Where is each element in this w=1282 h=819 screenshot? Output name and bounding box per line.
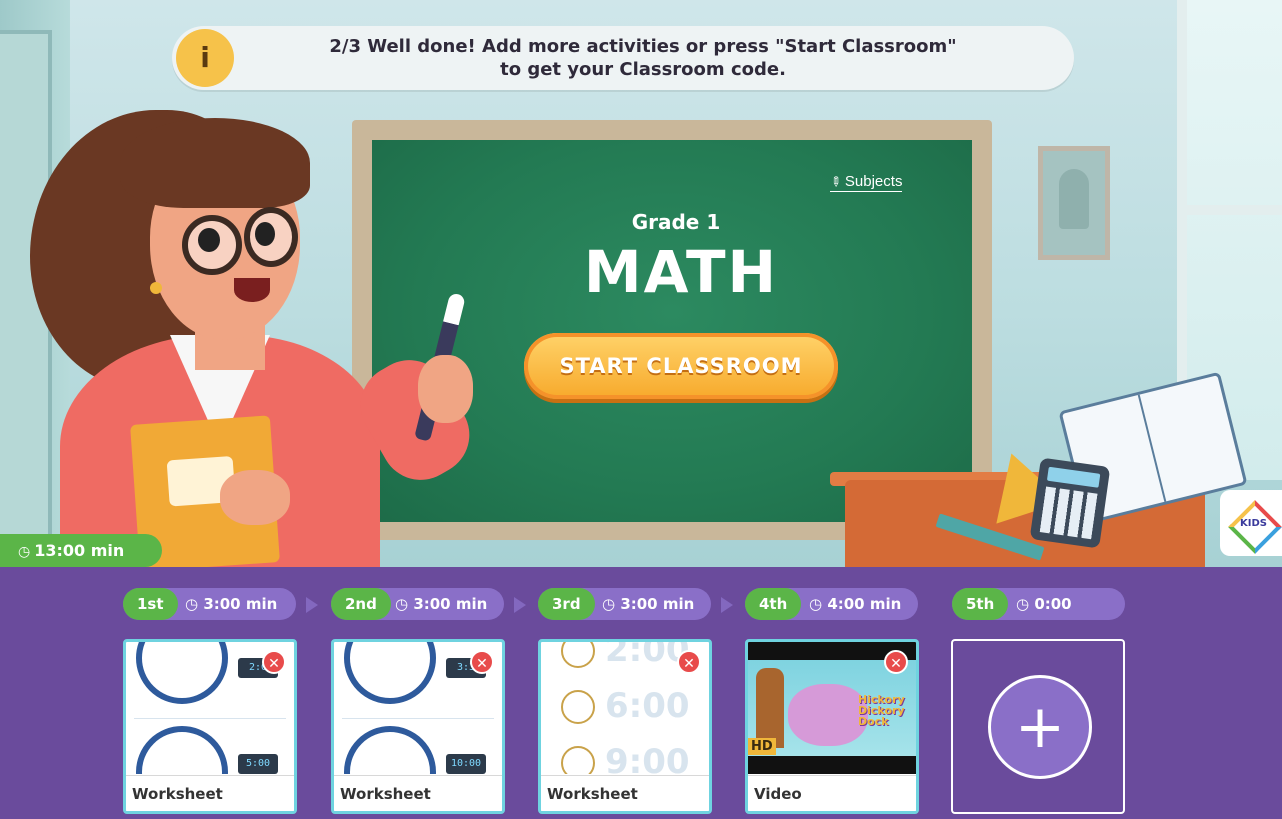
clock-face — [344, 726, 436, 774]
subject-title: MATH — [583, 238, 779, 306]
total-timer: ◷ 13:00 min — [0, 534, 162, 567]
chevron-right-icon — [514, 597, 526, 613]
slot-duration-value: 3:00 min — [203, 595, 278, 613]
slot-duration-value: 4:00 min — [827, 595, 902, 613]
activity-type-label: Worksheet — [126, 775, 294, 811]
trace-time: 6:00 — [605, 686, 690, 726]
slot-duration: ◷ 3:00 min — [602, 588, 694, 620]
slot-duration: ◷ 3:00 min — [395, 588, 487, 620]
slot-order: 5th — [952, 588, 1009, 620]
teacher-hand — [418, 355, 473, 423]
slot-duration-value: 3:00 min — [620, 595, 695, 613]
slot-duration: ◷ 4:00 min — [809, 588, 901, 620]
add-activity-slot[interactable]: + — [951, 639, 1125, 814]
clock-icon: ◷ — [809, 595, 828, 613]
remove-activity-button[interactable]: ✕ — [470, 650, 494, 674]
clock-icon: ◷ — [185, 595, 204, 613]
kids-logo[interactable]: KIDS — [1220, 490, 1282, 556]
clock-face — [136, 642, 228, 704]
trace-time: 9:00 — [605, 742, 690, 774]
chevron-right-icon — [306, 597, 318, 613]
activity-type-label: Worksheet — [541, 775, 709, 811]
clock-face — [136, 726, 228, 774]
calculator-icon — [1029, 457, 1111, 549]
slot-duration: ◷ 3:00 min — [185, 588, 277, 620]
activity-card-4[interactable]: Hickory Dickory Dock HD ✕ Video — [745, 639, 919, 814]
slot-pill: 5th ◷ 0:00 — [952, 588, 1125, 620]
total-timer-value: 13:00 min — [34, 541, 125, 560]
digital-clock: 10:00 — [446, 754, 486, 774]
activity-type-label: Video — [748, 775, 916, 811]
slot-order: 4th — [745, 588, 802, 620]
clock-icon: ◷ — [602, 595, 621, 613]
logo-text: KIDS — [1240, 518, 1267, 529]
hd-badge: HD — [748, 738, 776, 755]
clock-icon: ◷ — [1016, 595, 1035, 613]
subjects-link[interactable]: ✎Subjects — [827, 172, 903, 192]
activity-type-label: Worksheet — [334, 775, 502, 811]
grandfather-clock-icon — [756, 668, 784, 748]
banner-line-1: 2/3 Well done! Add more activities or pr… — [329, 36, 957, 57]
info-banner: i 2/3 Well done! Add more activities or … — [172, 26, 1074, 90]
banner-message: 2/3 Well done! Add more activities or pr… — [252, 35, 1034, 81]
clock-icon: ◷ — [18, 544, 31, 560]
remove-activity-button[interactable]: ✕ — [884, 650, 908, 674]
slot-pill: 3rd ◷ 3:00 min — [538, 588, 711, 620]
activity-card-2[interactable]: 3:3 10:00 ✕ Worksheet — [331, 639, 505, 814]
slot-duration: ◷ 0:00 — [1016, 588, 1072, 620]
slot-order: 1st — [123, 588, 178, 620]
remove-activity-button[interactable]: ✕ — [262, 650, 286, 674]
activity-card-1[interactable]: 2:0 5:00 ✕ Worksheet — [123, 639, 297, 814]
video-title-3: Dock — [858, 715, 889, 728]
add-activity-button[interactable]: + — [988, 675, 1092, 779]
chevron-right-icon — [721, 597, 733, 613]
teacher-hair-top — [120, 118, 310, 208]
slot-pill: 4th ◷ 4:00 min — [745, 588, 918, 620]
chalkboard — [372, 140, 972, 522]
grade-label: Grade 1 — [631, 210, 721, 234]
slot-duration-value: 3:00 min — [413, 595, 488, 613]
info-icon: i — [176, 29, 234, 87]
clock-icon: ◷ — [395, 595, 414, 613]
slot-duration-value: 0:00 — [1034, 595, 1072, 613]
activity-card-3[interactable]: 2:00 6:00 9:00 ✕ Worksheet — [538, 639, 712, 814]
slot-order: 3rd — [538, 588, 595, 620]
start-classroom-button[interactable]: START CLASSROOM — [524, 333, 838, 399]
elephant-icon — [788, 684, 868, 746]
clock-face — [344, 642, 436, 704]
slot-pill: 1st ◷ 3:00 min — [123, 588, 296, 620]
remove-activity-button[interactable]: ✕ — [677, 650, 701, 674]
teacher-hand-holding-book — [220, 470, 290, 525]
digital-clock: 5:00 — [238, 754, 278, 774]
slot-order: 2nd — [331, 588, 391, 620]
banner-line-2: to get your Classroom code. — [500, 59, 786, 80]
subjects-link-label: Subjects — [844, 173, 903, 190]
slot-pill: 2nd ◷ 3:00 min — [331, 588, 504, 620]
